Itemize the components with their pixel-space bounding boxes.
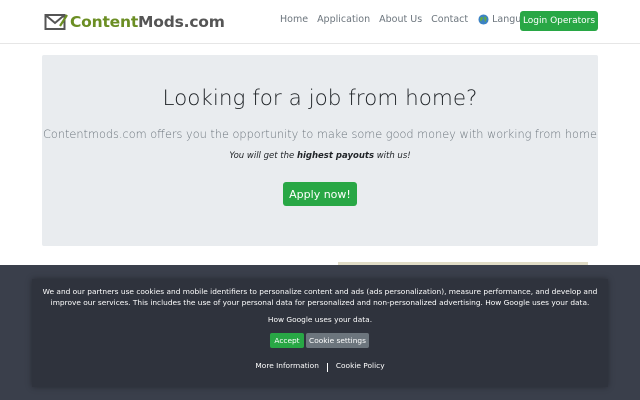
- cookie-settings-button[interactable]: Cookie settings: [306, 333, 369, 348]
- link-separator: [326, 363, 328, 372]
- globe-icon: [478, 14, 489, 25]
- hero-sub-after: with us!: [374, 151, 411, 161]
- hero-lead: Contentmods.com offers you the opportuni…: [43, 128, 597, 141]
- cookie-consent-text: We and our partners use cookies and mobi…: [42, 287, 598, 307]
- nav-contact[interactable]: Contact: [431, 14, 468, 25]
- brand-name-part1: Content: [70, 13, 139, 31]
- accept-button[interactable]: Accept: [270, 333, 304, 348]
- brand-name: ContentMods.com: [70, 13, 225, 31]
- hero-sub-bold: highest payouts: [296, 151, 374, 161]
- cookie-consent-dialog: We and our partners use cookies and mobi…: [32, 279, 608, 387]
- brand-name-part2: Mods.com: [138, 13, 225, 31]
- page: ContentMods.com Home Application About U…: [0, 0, 640, 400]
- brand-link[interactable]: ContentMods.com: [44, 10, 225, 34]
- nav-about-us[interactable]: About Us: [379, 14, 422, 25]
- google-data-link[interactable]: How Google uses your data.: [32, 315, 608, 324]
- cookie-footer-links: More Information Cookie Policy: [32, 359, 608, 372]
- hero-subtext: You will get the highest payouts with us…: [42, 151, 598, 161]
- hero-title: Looking for a job from home?: [162, 86, 478, 111]
- nav-application[interactable]: Application: [317, 14, 370, 25]
- envelope-icon: [44, 14, 68, 30]
- cookie-policy-link[interactable]: Cookie Policy: [336, 361, 385, 370]
- hero-jumbotron: Looking for a job from home? Contentmods…: [42, 55, 598, 246]
- navbar: ContentMods.com Home Application About U…: [0, 0, 640, 44]
- cookie-buttons: Accept Cookie settings: [270, 333, 369, 348]
- main-nav: Home Application About Us Contact Langua…: [280, 14, 549, 25]
- apply-now-button[interactable]: Apply now!: [283, 182, 357, 206]
- nav-home[interactable]: Home: [280, 14, 308, 25]
- hero-sub-before: You will get the: [229, 151, 297, 161]
- more-information-link[interactable]: More Information: [255, 361, 318, 370]
- login-operators-button[interactable]: Login Operators: [520, 11, 598, 31]
